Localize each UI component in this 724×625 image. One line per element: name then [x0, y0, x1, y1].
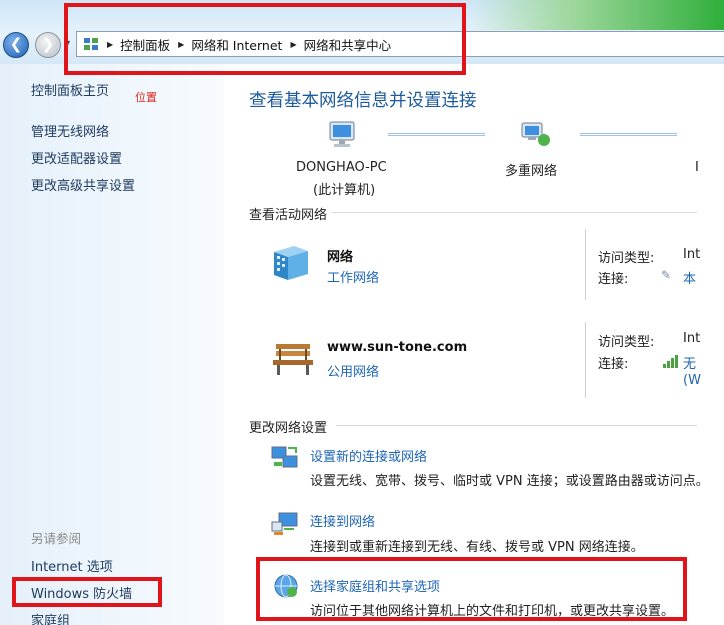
connect-to-network-desc: 连接到或重新连接到无线、有线、拨号或 VPN 网络连接。: [310, 540, 644, 555]
multiple-networks-icon: [521, 122, 550, 146]
homegroup-highlight-box: [256, 557, 687, 621]
network-2-type-link[interactable]: 公用网络: [327, 361, 379, 380]
network-2-connection-link-sub[interactable]: (W: [683, 373, 701, 388]
page-title: 查看基本网络信息并设置连接: [249, 91, 477, 111]
advanced-sharing-link[interactable]: 更改高级共享设置: [31, 175, 135, 194]
section-divider: [336, 425, 697, 426]
computer-icon: [329, 121, 355, 147]
network-2-access-value: Int: [683, 331, 701, 346]
network-2-name: www.sun-tone.com: [327, 340, 468, 355]
network-1-access-value: Int: [683, 247, 701, 262]
multiple-networks-label: 多重网络: [505, 164, 558, 179]
work-network-icon: [274, 246, 308, 280]
change-adapter-settings-link[interactable]: 更改适配器设置: [31, 148, 122, 167]
setup-connection-icon: [271, 446, 298, 468]
homegroup-link[interactable]: 家庭组: [31, 610, 70, 625]
title-bar-glow: [470, 0, 724, 30]
network-map-link-line: [580, 133, 677, 136]
network-1-name: 网络: [327, 250, 354, 265]
network-1-connection-label: 连接:: [598, 272, 629, 287]
control-panel-home-link[interactable]: 控制面板主页: [31, 80, 109, 99]
address-bar-highlight-box: [64, 3, 466, 75]
connect-network-icon: [271, 512, 298, 535]
internet-label-partial: I: [695, 160, 699, 175]
network-2-connection-label: 连接:: [598, 357, 629, 372]
back-button[interactable]: ❮: [3, 32, 29, 58]
network-2-divider: [585, 322, 586, 398]
firewall-highlight-box: [12, 577, 162, 607]
change-network-settings-heading: 更改网络设置: [249, 421, 328, 436]
section-divider: [332, 212, 697, 213]
public-network-bench-icon: [273, 344, 313, 375]
wired-connection-icon: ✎: [661, 268, 672, 282]
setup-connection-desc: 设置无线、宽带、拨号、临时或 VPN 连接；或设置路由器或访问点。: [310, 474, 709, 489]
computer-sub-label: (此计算机): [313, 183, 376, 198]
network-2-connection-link[interactable]: 无: [683, 353, 696, 372]
network-1-connection-link[interactable]: 本: [683, 268, 696, 287]
see-also-heading: 另请参阅: [31, 531, 82, 546]
network-1-access-label: 访问类型:: [598, 251, 655, 266]
wireless-signal-icon: [663, 355, 678, 368]
location-annotation: 位置: [135, 91, 157, 104]
active-networks-heading: 查看活动网络: [249, 208, 328, 223]
forward-button[interactable]: ❯: [35, 32, 61, 58]
network-sharing-center-window: ❮ ❯ ▼ ▶ 控制面板 ▶ 网络和 Internet ▶ 网络和共享中心 控制…: [0, 0, 724, 625]
manage-wireless-link[interactable]: 管理无线网络: [31, 121, 109, 140]
computer-name: DONGHAO-PC: [296, 160, 387, 175]
network-1-divider: [585, 229, 586, 300]
network-map-link-line: [388, 133, 485, 136]
network-1-type-link[interactable]: 工作网络: [327, 267, 379, 286]
network-2-access-label: 访问类型:: [598, 335, 655, 350]
internet-options-link[interactable]: Internet 选项: [31, 556, 113, 575]
connect-to-network-link[interactable]: 连接到网络: [310, 511, 375, 530]
setup-connection-link[interactable]: 设置新的连接或网络: [310, 446, 427, 465]
